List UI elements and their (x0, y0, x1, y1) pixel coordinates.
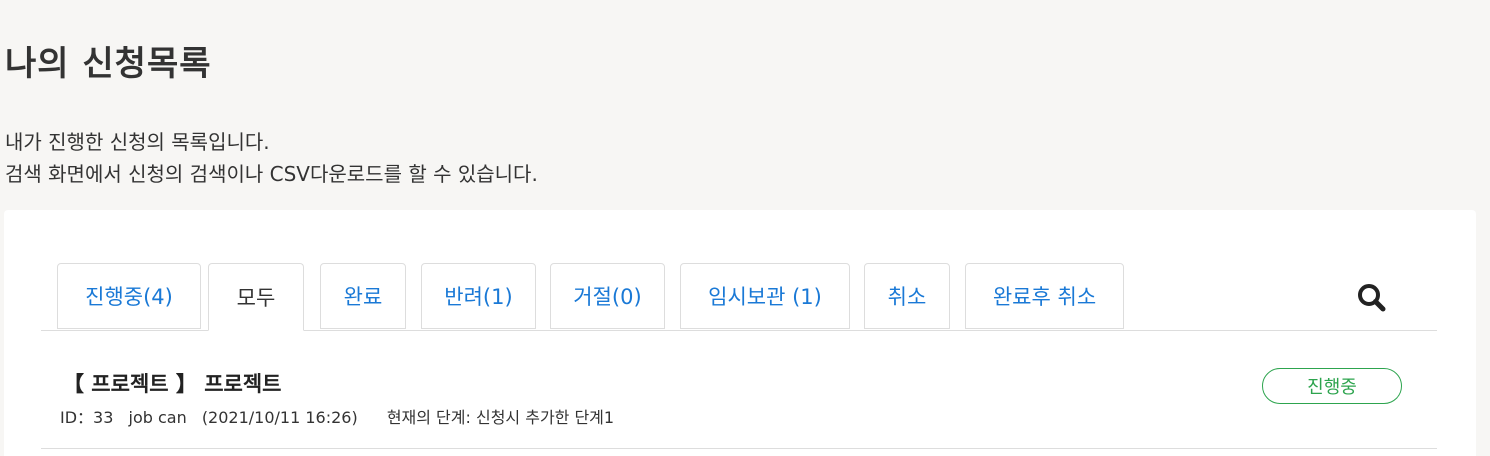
description-line-2: 검색 화면에서 신청의 검색이나 CSV다운로드를 할 수 있습니다. (5, 162, 538, 186)
item-id: ID：33 (60, 408, 114, 427)
status-tab-bar: 진행중(4) 모두 완료 반려(1) 거절(0) 임시보관 (1) 취소 완료후… (41, 263, 1437, 331)
search-button[interactable] (1355, 281, 1389, 315)
description-line-1: 내가 진행한 신청의 목록입니다. (5, 130, 270, 154)
item-stage: 현재의 단계: 신청시 추가한 단계1 (386, 408, 615, 427)
list-item[interactable]: 【 프로젝트 】 프로젝트 ID：33 job can (2021/10/11 … (41, 330, 1437, 449)
item-applicant: job can (128, 408, 187, 427)
application-list-page: 나의 신청목록 내가 진행한 신청의 목록입니다. 검색 화면에서 신청의 검색… (0, 0, 1490, 456)
search-icon (1358, 284, 1386, 312)
tab-draft[interactable]: 임시보관 (1) (680, 263, 850, 329)
tab-cancelled-after-completion[interactable]: 완료후 취소 (965, 263, 1124, 329)
page-title: 나의 신청목록 (5, 44, 212, 84)
tab-in-progress[interactable]: 진행중(4) (57, 263, 201, 329)
item-title[interactable]: 【 프로젝트 】 프로젝트 (63, 368, 282, 398)
list-card: 진행중(4) 모두 완료 반려(1) 거절(0) 임시보관 (1) 취소 완료후… (4, 210, 1476, 456)
tab-rejected[interactable]: 거절(0) (550, 263, 665, 329)
tab-all[interactable]: 모두 (208, 263, 304, 331)
tab-returned[interactable]: 반려(1) (421, 263, 536, 329)
tab-cancelled[interactable]: 취소 (864, 263, 950, 329)
item-meta: ID：33 job can (2021/10/11 16:26) 현재의 단계:… (60, 404, 624, 428)
tab-completed[interactable]: 완료 (320, 263, 406, 329)
item-datetime: (2021/10/11 16:26) (201, 408, 358, 427)
page-description: 내가 진행한 신청의 목록입니다. 검색 화면에서 신청의 검색이나 CSV다운… (5, 126, 538, 190)
status-badge: 진행중 (1262, 368, 1402, 404)
